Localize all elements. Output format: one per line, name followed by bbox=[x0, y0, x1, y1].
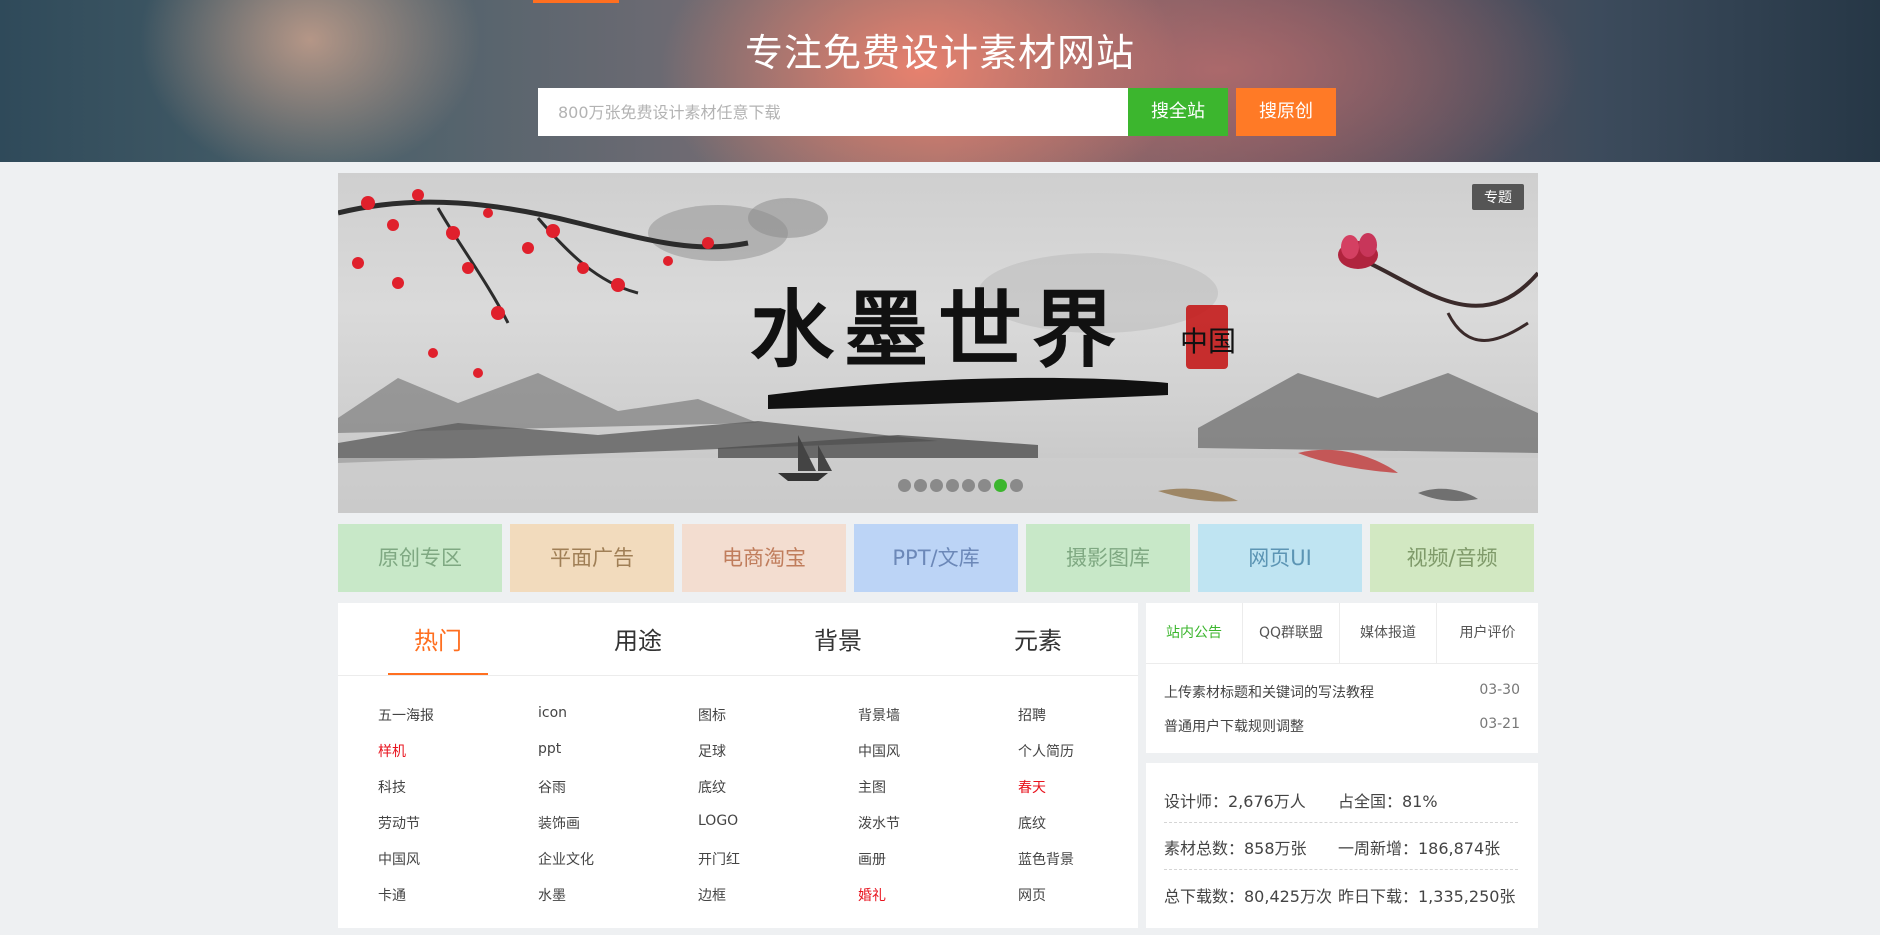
stat-weekly-new: 一周新增：186,874张 bbox=[1338, 839, 1501, 858]
carousel-dot[interactable] bbox=[994, 479, 1007, 492]
category-tile[interactable]: 原创专区 bbox=[338, 524, 502, 592]
stat-designers: 设计师：2,676万人 bbox=[1164, 792, 1306, 811]
news-item-date: 03-21 bbox=[1479, 716, 1520, 732]
tag-link[interactable]: 春天 bbox=[1018, 777, 1046, 797]
category-tile[interactable]: 平面广告 bbox=[510, 524, 674, 592]
stat-total-assets: 素材总数：858万张 bbox=[1164, 839, 1307, 858]
active-nav-indicator bbox=[533, 0, 619, 3]
site-stats-panel: 设计师：2,676万人 占全国：81% 素材总数：858万张 一周新增：186,… bbox=[1146, 763, 1538, 928]
tag-link[interactable]: ppt bbox=[538, 741, 561, 757]
tag-link[interactable]: 企业文化 bbox=[538, 849, 594, 869]
carousel-dot[interactable] bbox=[914, 479, 927, 492]
carousel-dot[interactable] bbox=[962, 479, 975, 492]
tag-link[interactable]: 网页 bbox=[1018, 885, 1046, 905]
tag-link[interactable]: LOGO bbox=[698, 813, 738, 829]
tag-link[interactable]: 卡通 bbox=[378, 885, 406, 905]
banner-carousel[interactable]: 中国 专题 水墨世界 bbox=[338, 173, 1538, 513]
category-tile[interactable]: 视频/音频 bbox=[1370, 524, 1534, 592]
tag-link[interactable]: 谷雨 bbox=[538, 777, 566, 797]
category-tile[interactable]: 网页UI bbox=[1198, 524, 1362, 592]
divider bbox=[1164, 822, 1518, 823]
tab-elements[interactable]: 元素 bbox=[988, 621, 1088, 656]
carousel-dot[interactable] bbox=[898, 479, 911, 492]
tag-link[interactable]: 边框 bbox=[698, 885, 726, 905]
carousel-dot[interactable] bbox=[978, 479, 991, 492]
carousel-dot[interactable] bbox=[1010, 479, 1023, 492]
tag-link[interactable]: 科技 bbox=[378, 777, 406, 797]
category-tile[interactable]: 电商淘宝 bbox=[682, 524, 846, 592]
tag-link[interactable]: 图标 bbox=[698, 705, 726, 725]
tab-hot[interactable]: 热门 bbox=[388, 621, 488, 656]
carousel-dot[interactable] bbox=[946, 479, 959, 492]
carousel-indicators[interactable] bbox=[898, 479, 1026, 493]
tag-link[interactable]: 蓝色背景 bbox=[1018, 849, 1074, 869]
tag-link[interactable]: 背景墙 bbox=[858, 705, 900, 725]
tag-tabs: 热门 用途 背景 元素 bbox=[338, 603, 1138, 676]
tag-link[interactable]: 主图 bbox=[858, 777, 886, 797]
site-slogan: 专注免费设计素材网站 bbox=[744, 31, 1135, 75]
tag-link[interactable]: 水墨 bbox=[538, 885, 566, 905]
news-item-title[interactable]: 普通用户下载规则调整 bbox=[1164, 716, 1304, 736]
tag-link[interactable]: 劳动节 bbox=[378, 813, 420, 833]
tab-qq-group[interactable]: QQ群联盟 bbox=[1243, 603, 1340, 664]
topic-badge[interactable]: 专题 bbox=[1472, 184, 1524, 210]
banner-title: 水墨世界 bbox=[749, 280, 1126, 379]
search-input[interactable] bbox=[538, 88, 1128, 136]
search-original-button[interactable]: 搜原创 bbox=[1236, 88, 1336, 136]
tab-media-reports[interactable]: 媒体报道 bbox=[1340, 603, 1437, 664]
tag-link[interactable]: 样机 bbox=[378, 741, 406, 761]
category-tile[interactable]: 摄影图库 bbox=[1026, 524, 1190, 592]
stat-total-downloads: 总下载数：80,425万次 bbox=[1164, 887, 1332, 906]
news-item-title[interactable]: 上传素材标题和关键词的写法教程 bbox=[1164, 682, 1374, 702]
tag-link[interactable]: 画册 bbox=[858, 849, 886, 869]
tag-link[interactable]: icon bbox=[538, 705, 567, 721]
tab-background[interactable]: 背景 bbox=[788, 621, 888, 656]
notice-panel: 站内公告 QQ群联盟 媒体报道 用户评价 上传素材标题和关键词的写法教程 03-… bbox=[1146, 603, 1538, 753]
tag-link[interactable]: 中国风 bbox=[858, 741, 900, 761]
tag-link[interactable]: 中国风 bbox=[378, 849, 420, 869]
tab-site-notice[interactable]: 站内公告 bbox=[1146, 603, 1243, 664]
carousel-dot[interactable] bbox=[930, 479, 943, 492]
tab-usage[interactable]: 用途 bbox=[588, 621, 688, 656]
tag-link[interactable]: 开门红 bbox=[698, 849, 740, 869]
active-tab-underline bbox=[388, 673, 488, 675]
divider bbox=[1164, 869, 1518, 870]
tab-user-reviews[interactable]: 用户评价 bbox=[1437, 603, 1538, 664]
search-all-button[interactable]: 搜全站 bbox=[1128, 88, 1228, 136]
category-tile[interactable]: PPT/文库 bbox=[854, 524, 1018, 592]
header-hero: 专注免费设计素材网站 搜全站 搜原创 bbox=[0, 0, 1880, 162]
tag-link[interactable]: 婚礼 bbox=[858, 885, 886, 905]
stat-yesterday-downloads: 昨日下载：1,335,250张 bbox=[1338, 887, 1516, 906]
tag-link[interactable]: 泼水节 bbox=[858, 813, 900, 833]
hot-tags-panel: 热门 用途 背景 元素 五一海报 icon 图标 背景墙 招聘 样机 ppt 足球 中国风 个人简… bbox=[338, 603, 1138, 928]
tag-link[interactable]: 底纹 bbox=[1018, 813, 1046, 833]
news-item-date: 03-30 bbox=[1479, 682, 1520, 698]
stat-share: 占全国：81% bbox=[1338, 792, 1438, 811]
tag-link[interactable]: 底纹 bbox=[698, 777, 726, 797]
tag-link[interactable]: 个人简历 bbox=[1018, 741, 1074, 761]
tag-link[interactable]: 足球 bbox=[698, 741, 726, 761]
tag-link[interactable]: 招聘 bbox=[1018, 705, 1046, 725]
tag-link[interactable]: 五一海报 bbox=[378, 705, 434, 725]
tag-link[interactable]: 装饰画 bbox=[538, 813, 580, 833]
